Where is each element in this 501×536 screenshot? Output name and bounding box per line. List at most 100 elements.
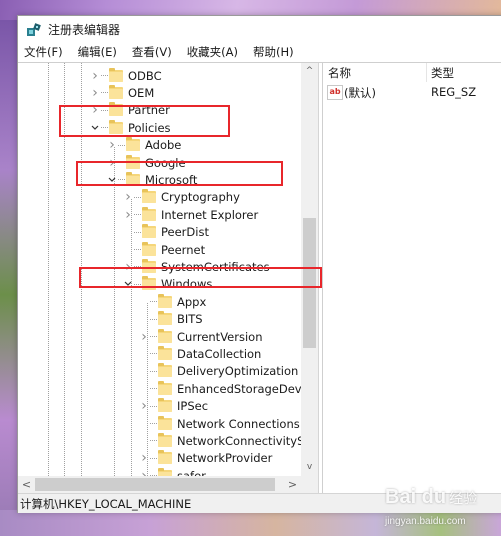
menu-edit[interactable]: 编辑(E) xyxy=(71,44,125,60)
tree-node-peernet[interactable]: Peernet xyxy=(123,241,205,258)
highlight-box-microsoft xyxy=(76,161,283,186)
tree-guide-line xyxy=(114,147,115,476)
tree-node-network-connections[interactable]: Network Connections xyxy=(139,415,300,432)
chevron-right-icon[interactable]: › xyxy=(139,328,149,345)
tree-connector xyxy=(150,457,157,459)
tree-connector xyxy=(150,353,157,355)
tree-connector xyxy=(134,214,141,216)
column-separator[interactable] xyxy=(426,63,427,82)
tree-connector xyxy=(150,370,157,372)
values-pane: 名称 类型 ab (默认) REG_SZ xyxy=(322,63,501,493)
tree-node-bits[interactable]: BITS xyxy=(139,311,203,328)
tree-connector xyxy=(139,345,149,362)
folder-icon xyxy=(158,293,172,308)
value-row[interactable]: ab (默认) REG_SZ xyxy=(323,84,501,101)
tree-node-datacollection[interactable]: DataCollection xyxy=(139,345,261,362)
tree-connector xyxy=(139,311,149,328)
folder-icon xyxy=(158,328,172,343)
tree-connector xyxy=(150,301,157,303)
tree-node-ipsec[interactable]: › IPSec xyxy=(139,398,208,415)
registry-editor-window: 注册表编辑器 文件(F) 编辑(E) 查看(V) 收藏夹(A) 帮助(H) › O… xyxy=(17,15,501,513)
tree-node-cryptography[interactable]: › Cryptography xyxy=(123,189,240,206)
scroll-right-button[interactable]: > xyxy=(284,476,301,493)
horizontal-scroll-thumb[interactable] xyxy=(35,478,275,491)
tree-connector xyxy=(139,293,149,310)
folder-icon xyxy=(158,450,172,465)
tree-connector xyxy=(134,249,141,250)
chevron-right-icon[interactable]: › xyxy=(123,206,133,223)
highlight-box-policies xyxy=(59,105,230,137)
tree-node-networkprovider[interactable]: › NetworkProvider xyxy=(139,450,272,467)
folder-icon xyxy=(109,67,123,82)
tree-guide-line xyxy=(48,63,49,476)
tree-node-enhancedstoragedevices[interactable]: EnhancedStorageDevices xyxy=(139,380,318,397)
desktop-background-left xyxy=(0,20,18,520)
scroll-up-button[interactable]: ^ xyxy=(301,63,318,80)
tree-node-label: NetworkConnectivityStatusIn xyxy=(177,433,318,448)
tree-connector xyxy=(123,241,133,258)
value-name: (默认) xyxy=(344,86,376,100)
chevron-right-icon[interactable]: › xyxy=(139,398,149,415)
tree-connector xyxy=(101,75,108,76)
folder-icon xyxy=(158,432,172,447)
tree-connector xyxy=(101,92,108,94)
folder-icon xyxy=(158,415,172,430)
folder-icon xyxy=(142,206,156,221)
tree-node-label: PeerDist xyxy=(161,225,209,240)
tree-node-networkconnectivitystatusin[interactable]: NetworkConnectivityStatusIn xyxy=(139,432,318,449)
tree-node-adobe[interactable]: › Adobe xyxy=(107,137,181,154)
chevron-right-icon[interactable]: › xyxy=(107,137,117,154)
tree-node-appx[interactable]: Appx xyxy=(139,293,206,310)
tree-node-label: NetworkProvider xyxy=(177,451,273,466)
menu-favorites[interactable]: 收藏夹(A) xyxy=(180,44,246,60)
folder-icon xyxy=(142,224,156,239)
tree-node-odbc[interactable]: › ODBC xyxy=(90,67,162,84)
tree-node-label: Cryptography xyxy=(161,190,240,205)
tree-node-internet-explorer[interactable]: › Internet Explorer xyxy=(123,206,258,223)
column-header-type[interactable]: 类型 xyxy=(431,65,454,81)
watermark-url: jingyan.baidu.com xyxy=(385,516,466,527)
scroll-down-button[interactable]: v xyxy=(301,459,318,476)
baidu-logo: Bai du xyxy=(385,486,447,508)
window-title: 注册表编辑器 xyxy=(48,23,121,37)
folder-icon xyxy=(126,137,140,152)
tree-connector xyxy=(139,432,149,449)
watermark-cn-text: 经验 xyxy=(449,490,478,506)
column-header-name[interactable]: 名称 xyxy=(328,65,351,81)
folder-icon xyxy=(158,311,172,326)
regedit-icon xyxy=(26,22,42,38)
chevron-right-icon[interactable]: › xyxy=(123,189,133,206)
folder-icon xyxy=(142,241,156,256)
tree-node-peerdist[interactable]: PeerDist xyxy=(123,224,209,241)
tree-node-label: Network Connections xyxy=(177,416,300,431)
tree-node-deliveryoptimization[interactable]: DeliveryOptimization xyxy=(139,363,298,380)
tree-node-label: ODBC xyxy=(128,68,162,83)
tree-connector xyxy=(150,318,157,320)
tree-node-label: Appx xyxy=(177,294,207,309)
chevron-right-icon[interactable]: › xyxy=(90,84,100,101)
folder-icon xyxy=(158,398,172,413)
chevron-right-icon[interactable]: › xyxy=(90,67,100,84)
value-type: REG_SZ xyxy=(431,85,477,99)
folder-icon xyxy=(109,84,123,99)
tree-connector xyxy=(139,415,149,432)
string-value-icon: ab xyxy=(327,85,343,100)
tree-connector xyxy=(150,388,157,390)
folder-icon xyxy=(158,363,172,378)
highlight-box-windows xyxy=(79,267,322,288)
tree-connector xyxy=(150,440,157,442)
tree-node-oem[interactable]: › OEM xyxy=(90,84,154,101)
menu-file[interactable]: 文件(F) xyxy=(18,44,71,60)
menu-help[interactable]: 帮助(H) xyxy=(246,44,302,60)
tree-horizontal-scrollbar[interactable]: < > xyxy=(18,476,318,493)
chevron-right-icon[interactable]: › xyxy=(139,450,149,467)
tree-node-label: CurrentVersion xyxy=(177,329,263,344)
tree-node-label: BITS xyxy=(177,312,203,327)
tree-node-label: IPSec xyxy=(177,399,209,414)
tree-connector xyxy=(139,380,149,397)
tree-connector xyxy=(134,231,141,233)
menu-view[interactable]: 查看(V) xyxy=(125,44,180,60)
tree-node-label: DataCollection xyxy=(177,346,262,361)
scroll-left-button[interactable]: < xyxy=(18,476,35,493)
tree-node-currentversion[interactable]: › CurrentVersion xyxy=(139,328,262,345)
